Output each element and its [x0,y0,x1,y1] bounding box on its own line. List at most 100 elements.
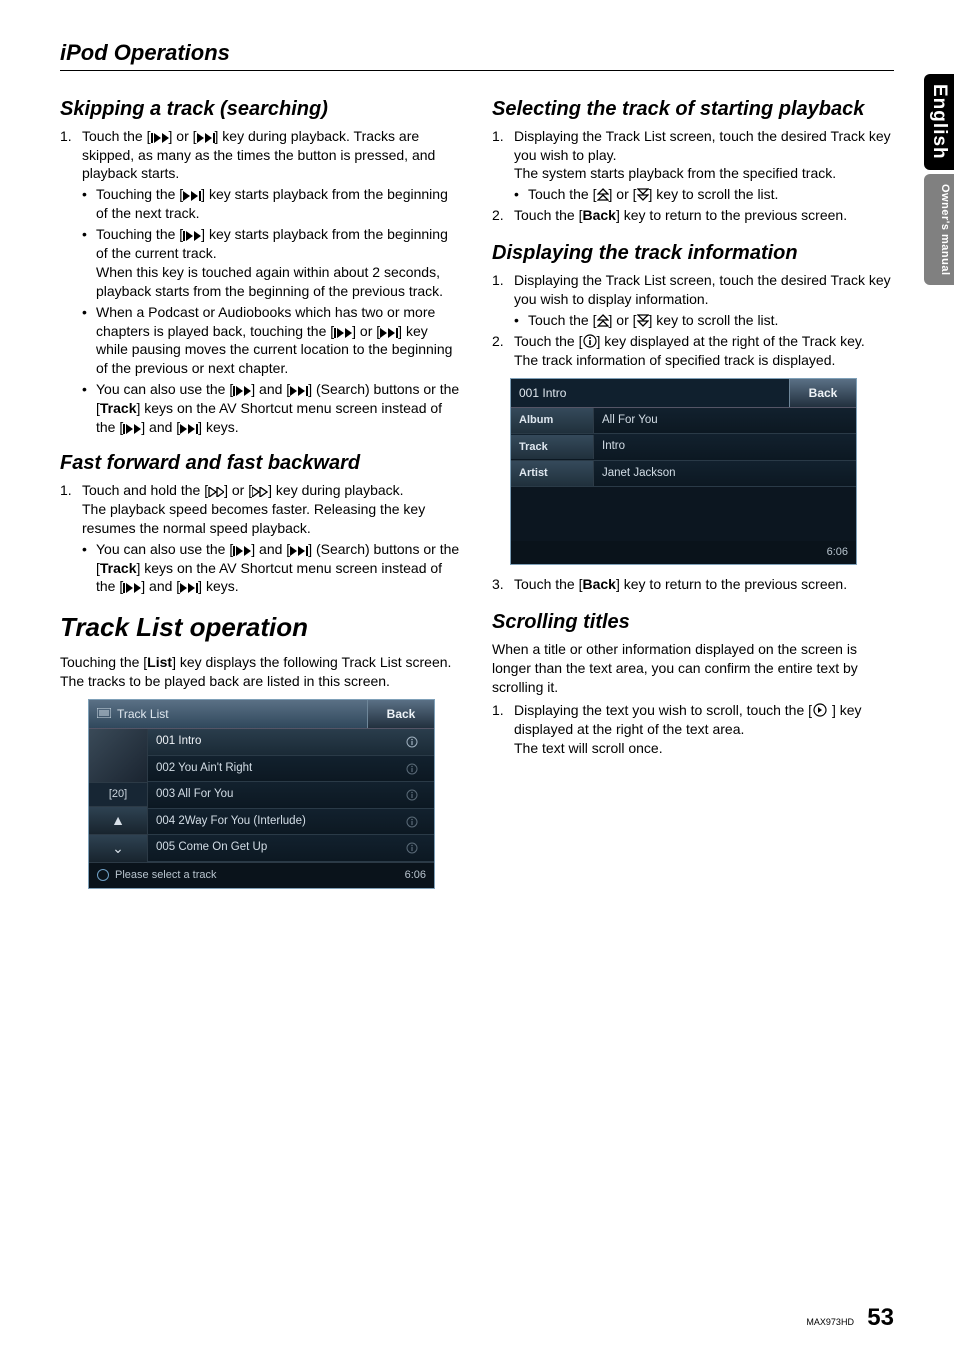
ss-header: 001 Intro Back [511,379,856,408]
bullet-item: • Touch the [] or [] key to scroll the l… [514,185,894,204]
bullet-item: • You can also use the [] and [] (Search… [82,380,462,437]
bullet-dot: • [82,225,96,301]
prev-track-icon [123,578,141,594]
next-track-icon [180,578,198,594]
page-number: 53 [867,1304,894,1331]
prev-track-icon [183,226,201,242]
heading-skipping-track: Skipping a track (searching) [60,97,462,121]
section-header: iPod Operations [60,38,894,71]
heading-scrolling-titles: Scrolling titles [492,610,894,634]
list-item: 1. Displaying the Track List screen, tou… [492,127,894,184]
scroll-right-icon [812,702,828,718]
track-row[interactable]: 002 You Ain't Right [148,756,434,783]
bullet-body: Touching the [] key starts playback from… [96,185,462,223]
item-body: Touch the [] or [] key during playback. … [82,127,462,184]
info-field-label: Artist [511,461,594,486]
bullet-dot: • [82,380,96,437]
heading-fast-forward: Fast forward and fast backward [60,451,462,475]
prev-track-icon [233,541,251,557]
next-track-icon [197,128,215,144]
list-item: 3. Touch the [Back] key to return to the… [492,575,894,594]
track-row[interactable]: 005 Come On Get Up [148,835,434,862]
prev-track-icon [123,419,141,435]
info-icon [583,333,597,349]
ss-footer: 6:06 [511,541,856,564]
info-field-label: Album [511,408,594,433]
bullet-item: • You can also use the [] and [] (Search… [82,540,462,597]
prev-track-icon [151,128,169,144]
info-icon[interactable] [406,842,426,854]
item-body: Displaying the Track List screen, touch … [514,271,894,309]
item-number: 3. [492,575,514,594]
item-number: 1. [492,127,514,184]
ss-track-list: 001 Intro 002 You Ain't Right 003 All Fo… [148,729,434,862]
track-list-screenshot: Track List Back [20] ▲ ⌄ 001 Intro [88,699,435,889]
scroll-up-icon [597,312,609,328]
bullet-item: • Touch the [] or [] key to scroll the l… [514,311,894,330]
scroll-up-button[interactable]: ▲ [89,807,147,835]
ss-footer-text: Please select a track [115,868,217,883]
right-column: Selecting the track of starting playback… [492,93,894,899]
info-icon[interactable] [406,763,426,775]
ss-back-button[interactable]: Back [789,379,856,407]
track-row[interactable]: 004 2Way For You (Interlude) [148,809,434,836]
item-number: 1. [492,701,514,758]
bullet-item: • Touching the [] key starts playback fr… [82,185,462,223]
ss-back-button[interactable]: Back [367,700,434,728]
ss-title: Track List [89,700,367,728]
language-tab: English [924,74,954,170]
forward-icon [252,482,268,498]
info-row: Track Intro [511,434,856,461]
paragraph: Touching the [List] key displays the fol… [60,653,462,691]
bullet-body: You can also use the [] and [] (Search) … [96,380,462,437]
item-number: 2. [492,332,514,370]
album-art-thumbnail [89,729,147,783]
side-tabs: English Owner's manual [924,74,954,289]
paragraph: When a title or other information displa… [492,640,894,697]
bullet-body: You can also use the [] and [] (Search) … [96,540,462,597]
ss-sidebar: [20] ▲ ⌄ [89,729,148,862]
info-icon[interactable] [406,789,426,801]
list-icon [97,706,111,722]
bullet-body: Touching the [] key starts playback from… [96,225,462,301]
track-row[interactable]: 001 Intro [148,729,434,756]
info-icon[interactable] [406,736,426,748]
list-item: 1. Displaying the Track List screen, tou… [492,271,894,309]
scroll-down-button[interactable]: ⌄ [89,835,147,862]
list-item: 1. Touch and hold the [] or [] key durin… [60,481,462,538]
prev-track-icon [334,323,352,339]
heading-track-list-operation: Track List operation [60,610,462,645]
bullet-dot: • [82,303,96,379]
content-columns: Skipping a track (searching) 1. Touch th… [60,93,894,899]
track-row[interactable]: 003 All For You [148,782,434,809]
page-footer: MAX973HD 53 [806,1302,894,1334]
ss-header: Track List Back [89,700,434,729]
item-body: Touch and hold the [] or [] key during p… [82,481,462,538]
list-item: 1. Touch the [] or [] key during playbac… [60,127,462,184]
ss-info-list: Album All For You Track Intro Artist Jan… [511,408,856,542]
bullet-dot: • [514,185,528,204]
track-info-screenshot: 001 Intro Back Album All For You Track I… [510,378,857,566]
model-label: MAX973HD [806,1317,854,1327]
bullet-dot: • [514,311,528,330]
heading-selecting-track: Selecting the track of starting playback [492,97,894,121]
info-icon[interactable] [406,816,426,828]
page: iPod Operations Skipping a track (search… [0,0,954,1352]
item-number: 1. [492,271,514,309]
item-body: Touch the [] key displayed at the right … [514,332,894,370]
bullet-item: • Touching the [] key starts playback fr… [82,225,462,301]
item-body: Touch the [Back] key to return to the pr… [514,206,894,225]
item-number: 1. [60,481,82,538]
item-body: Displaying the Track List screen, touch … [514,127,894,184]
ss-footer: Please select a track 6:06 [89,862,434,888]
bullet-item: • When a Podcast or Audiobooks which has… [82,303,462,379]
info-field-value: Intro [602,439,856,455]
next-track-icon [180,419,198,435]
owners-manual-tab: Owner's manual [924,174,954,286]
bullet-body: Touch the [] or [] key to scroll the lis… [528,185,894,204]
info-field-label: Track [511,435,594,460]
info-field-value: All For You [602,413,856,429]
bullet-dot: • [82,540,96,597]
scroll-down-icon [637,186,649,202]
info-field-value: Janet Jackson [602,466,856,482]
